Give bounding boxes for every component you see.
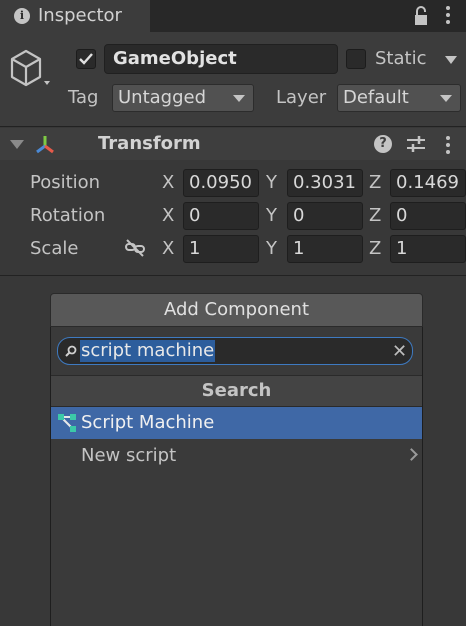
list-item-label: New script: [81, 445, 177, 466]
transform-header[interactable]: [0, 128, 466, 160]
rotation-z-axis-label[interactable]: Z: [369, 205, 381, 226]
static-dropdown-icon[interactable]: [445, 56, 457, 64]
chevron-down-icon: [233, 95, 245, 102]
scale-x-field[interactable]: 1: [183, 235, 259, 263]
tab-inspector-label: Inspector: [38, 5, 122, 26]
tab-menu-icon[interactable]: [446, 5, 450, 25]
scale-z-axis-label[interactable]: Z: [369, 238, 381, 259]
presets-icon[interactable]: [406, 135, 426, 153]
tag-label: Tag: [68, 87, 99, 108]
search-icon: [65, 345, 77, 357]
search-section-title: Search: [51, 375, 422, 407]
search-query-text[interactable]: script machine: [80, 340, 216, 362]
position-x-axis-label[interactable]: X: [162, 172, 174, 193]
script-machine-icon: [58, 414, 76, 432]
scale-y-field[interactable]: 1: [287, 235, 363, 263]
lock-icon[interactable]: [412, 5, 430, 27]
layer-value: Default: [343, 87, 409, 108]
position-y-axis-label[interactable]: Y: [266, 172, 277, 193]
position-x-field[interactable]: 0.0950: [183, 169, 259, 197]
rotation-z-field[interactable]: 0: [390, 202, 466, 230]
layer-dropdown[interactable]: Default: [337, 84, 461, 112]
static-checkbox[interactable]: [346, 49, 366, 69]
info-icon: i: [14, 8, 30, 24]
unlinked-scale-icon[interactable]: [124, 238, 146, 258]
static-label: Static: [375, 48, 427, 69]
chevron-down-icon: [440, 95, 452, 102]
chevron-right-icon: [405, 448, 418, 461]
list-item-script-machine[interactable]: Script Machine: [51, 407, 422, 439]
rotation-label: Rotation: [30, 205, 106, 226]
tag-value: Untagged: [118, 87, 207, 108]
position-z-field[interactable]: 0.1469: [390, 169, 466, 197]
tag-dropdown[interactable]: Untagged: [112, 84, 254, 112]
scale-x-axis-label[interactable]: X: [162, 238, 174, 259]
rotation-y-field[interactable]: 0: [287, 202, 363, 230]
list-item-new-script[interactable]: New script: [51, 440, 422, 472]
transform-icon: [36, 136, 54, 154]
position-label: Position: [30, 172, 101, 193]
position-z-axis-label[interactable]: Z: [369, 172, 381, 193]
rotation-x-field[interactable]: 0: [183, 202, 259, 230]
position-y-field[interactable]: 0.3031: [287, 169, 363, 197]
gameobject-icon[interactable]: [8, 47, 50, 89]
help-icon[interactable]: ?: [374, 135, 392, 153]
gameobject-name-field[interactable]: GameObject: [104, 44, 338, 74]
add-component-button[interactable]: Add Component: [50, 293, 423, 327]
list-item-label: Script Machine: [81, 412, 215, 433]
scale-z-field[interactable]: 1: [390, 235, 466, 263]
add-component-popup: [50, 327, 423, 626]
foldout-arrow-icon[interactable]: [10, 140, 24, 149]
divider: [0, 126, 466, 127]
scale-y-axis-label[interactable]: Y: [266, 238, 277, 259]
checkmark-icon: [79, 53, 93, 65]
layer-label: Layer: [276, 87, 327, 108]
scale-label: Scale: [30, 238, 79, 259]
rotation-x-axis-label[interactable]: X: [162, 205, 174, 226]
transform-title: Transform: [98, 133, 201, 154]
component-menu-icon[interactable]: [446, 135, 450, 155]
active-checkbox[interactable]: [76, 49, 96, 69]
rotation-y-axis-label[interactable]: Y: [266, 205, 277, 226]
clear-search-icon[interactable]: ✕: [392, 341, 407, 362]
